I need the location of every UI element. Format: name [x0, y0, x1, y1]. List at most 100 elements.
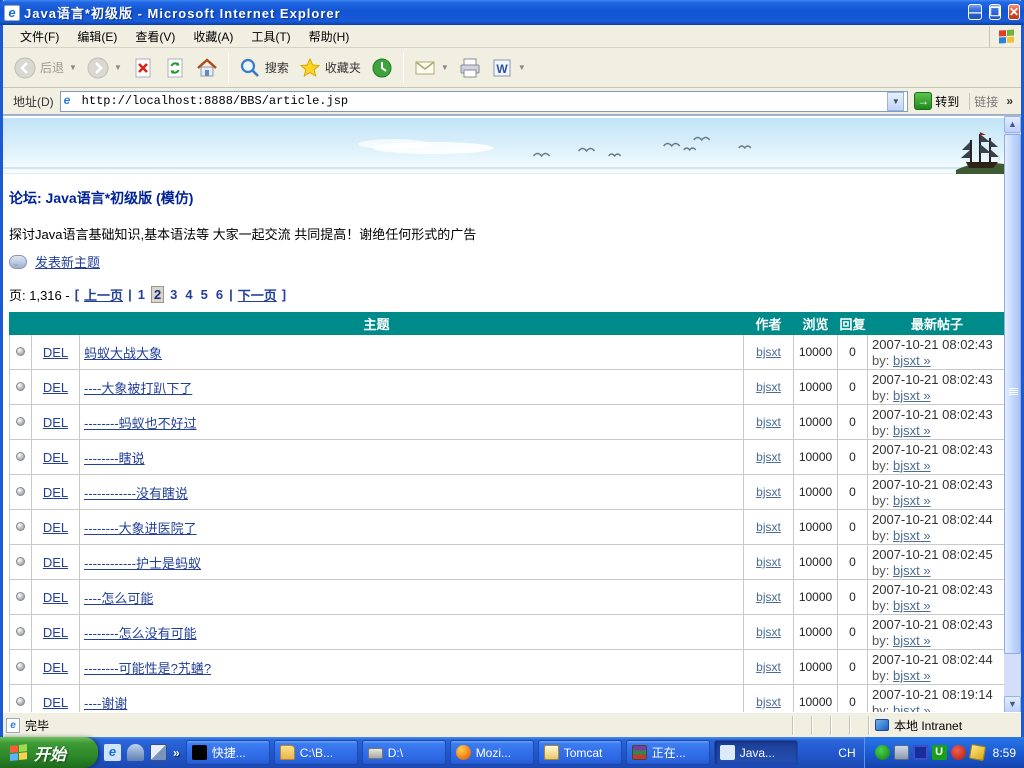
latest-author-link[interactable]: bjsxt » — [893, 703, 931, 713]
restore-button[interactable]: ❐ — [989, 4, 1002, 20]
delete-link[interactable]: DEL — [43, 625, 68, 640]
language-indicator[interactable]: CH — [830, 746, 863, 760]
quick-launch-show-desktop-icon[interactable] — [150, 744, 167, 761]
print-button[interactable] — [454, 55, 486, 81]
menu-item[interactable]: 收藏(A) — [184, 25, 242, 48]
flashget-tray-icon[interactable] — [951, 745, 966, 760]
menu-item[interactable]: 工具(T) — [242, 25, 299, 48]
quick-launch-ie-icon[interactable]: e — [104, 744, 121, 761]
author-link[interactable]: bjsxt — [756, 625, 781, 639]
delete-link[interactable]: DEL — [43, 520, 68, 535]
latest-author-link[interactable]: bjsxt » — [893, 563, 931, 578]
latest-author-link[interactable]: bjsxt » — [893, 423, 931, 438]
network-tray-icon[interactable] — [894, 745, 909, 760]
author-link[interactable]: bjsxt — [756, 380, 781, 394]
edit-with-word-button[interactable]: W ▼ — [486, 55, 531, 81]
favorites-button[interactable]: 收藏夹 — [294, 55, 366, 81]
vertical-scrollbar[interactable]: ▲ ▼ — [1004, 116, 1021, 712]
latest-author-link[interactable]: bjsxt » — [893, 598, 931, 613]
topic-link[interactable]: --------大象进医院了 — [84, 521, 197, 536]
topic-link[interactable]: ----大象被打趴下了 — [84, 381, 192, 396]
topic-link[interactable]: ------------没有瞎说 — [84, 486, 188, 501]
page-link[interactable]: 3 — [169, 287, 178, 302]
topic-link[interactable]: ----怎么可能 — [84, 591, 153, 606]
topic-link[interactable]: --------可能性是?艽蟮? — [84, 661, 211, 676]
task-button[interactable]: 正在... — [626, 740, 710, 765]
page-link[interactable]: 4 — [184, 287, 193, 302]
author-link[interactable]: bjsxt — [756, 555, 781, 569]
topic-link[interactable]: --------蚂蚁也不好过 — [84, 416, 197, 431]
latest-author-link[interactable]: bjsxt » — [893, 528, 931, 543]
go-button[interactable]: → 转到 — [908, 92, 965, 110]
topic-link[interactable]: ----谢谢 — [84, 696, 127, 711]
wireless-tray-icon[interactable] — [913, 745, 928, 760]
links-chevron-icon[interactable]: » — [1002, 94, 1017, 108]
next-page-link[interactable]: 下一页 — [238, 285, 277, 304]
quick-launch-messenger-icon[interactable] — [127, 744, 144, 761]
menu-item[interactable]: 帮助(H) — [300, 25, 359, 48]
stop-button[interactable] — [127, 55, 159, 81]
mail-button[interactable]: ▼ — [409, 55, 454, 81]
address-input[interactable]: e http://localhost:8888/BBS/article.jsp … — [60, 91, 909, 112]
latest-author-link[interactable]: bjsxt » — [893, 458, 931, 473]
topic-link[interactable]: 蚂蚁大战大象 — [84, 346, 162, 361]
page-link[interactable]: 6 — [215, 287, 224, 302]
task-button[interactable]: C:\B... — [274, 740, 358, 765]
author-link[interactable]: bjsxt — [756, 345, 781, 359]
delete-link[interactable]: DEL — [43, 415, 68, 430]
scrollbar-thumb[interactable] — [1004, 134, 1021, 654]
latest-author-link[interactable]: bjsxt » — [893, 493, 931, 508]
delete-link[interactable]: DEL — [43, 555, 68, 570]
latest-author-link[interactable]: bjsxt » — [893, 388, 931, 403]
new-topic-link[interactable]: 发表新主题 — [35, 252, 100, 271]
prev-page-link[interactable]: 上一页 — [84, 285, 123, 304]
task-button[interactable]: D:\ — [362, 740, 446, 765]
forward-button[interactable]: ▼ — [82, 55, 127, 81]
address-dropdown-button[interactable]: ▼ — [887, 92, 904, 111]
antivirus-tray-icon[interactable] — [875, 745, 890, 760]
page-link[interactable]: 1 — [137, 287, 146, 302]
minimize-button[interactable]: — — [968, 4, 982, 20]
quick-launch-chevron-icon[interactable]: » — [173, 746, 180, 760]
topic-link[interactable]: --------瞎说 — [84, 451, 145, 466]
author-link[interactable]: bjsxt — [756, 660, 781, 674]
author-link[interactable]: bjsxt — [756, 695, 781, 709]
scroll-down-button[interactable]: ▼ — [1004, 696, 1021, 712]
task-button[interactable]: 快捷... — [186, 740, 270, 765]
history-button[interactable] — [366, 55, 398, 81]
scroll-up-button[interactable]: ▲ — [1004, 116, 1021, 133]
taskbar-clock[interactable]: 8:59 — [993, 746, 1016, 760]
latest-author-link[interactable]: bjsxt » — [893, 668, 931, 683]
author-link[interactable]: bjsxt — [756, 520, 781, 534]
delete-link[interactable]: DEL — [43, 660, 68, 675]
start-button[interactable]: 开始 — [0, 737, 98, 768]
delete-link[interactable]: DEL — [43, 485, 68, 500]
menu-item[interactable]: 文件(F) — [11, 25, 68, 48]
delete-link[interactable]: DEL — [43, 380, 68, 395]
delete-link[interactable]: DEL — [43, 450, 68, 465]
latest-author-link[interactable]: bjsxt » — [893, 353, 931, 368]
delete-link[interactable]: DEL — [43, 695, 68, 710]
back-button[interactable]: 后退▼ — [9, 55, 82, 81]
home-button[interactable] — [191, 55, 223, 81]
topic-link[interactable]: --------怎么没有可能 — [84, 626, 197, 641]
page-link[interactable]: 2 — [152, 287, 163, 302]
task-button[interactable]: Tomcat — [538, 740, 622, 765]
author-link[interactable]: bjsxt — [756, 415, 781, 429]
page-link[interactable]: 5 — [200, 287, 209, 302]
search-button[interactable]: 搜索 — [234, 55, 294, 81]
links-label[interactable]: 链接 — [969, 93, 1002, 110]
delete-link[interactable]: DEL — [43, 590, 68, 605]
task-button[interactable]: Mozi... — [450, 740, 534, 765]
latest-author-link[interactable]: bjsxt » — [893, 633, 931, 648]
ultraedit-tray-icon[interactable]: U — [932, 745, 947, 760]
refresh-button[interactable] — [159, 55, 191, 81]
author-link[interactable]: bjsxt — [756, 450, 781, 464]
topic-link[interactable]: ------------护士是蚂蚁 — [84, 556, 201, 571]
menu-item[interactable]: 编辑(E) — [68, 25, 126, 48]
close-button[interactable]: ✕ — [1008, 4, 1020, 20]
delete-link[interactable]: DEL — [43, 345, 68, 360]
menu-item[interactable]: 查看(V) — [126, 25, 184, 48]
task-button[interactable]: Java... — [714, 740, 798, 765]
ime-tray-icon[interactable] — [968, 744, 985, 761]
